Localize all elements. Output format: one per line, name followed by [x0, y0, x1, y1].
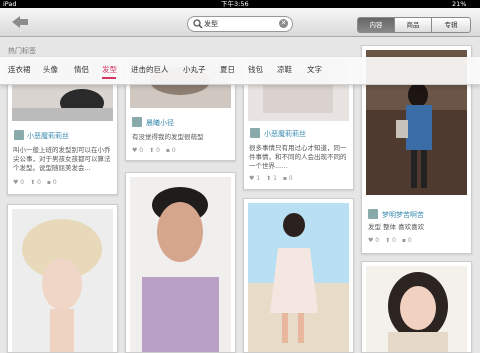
card-author[interactable]: 小恶魔莉莉丝 [264, 129, 306, 139]
feed-card-image[interactable] [7, 204, 118, 353]
search-input[interactable]: 发型 ✕ [187, 16, 293, 32]
avatar-icon [132, 117, 142, 127]
hot-tags-bar: 连衣裙 头像 情侣 发型 进击的巨人 小丸子 夏日 钱包 凉鞋 文字 [0, 57, 480, 85]
search-query: 发型 [204, 20, 218, 28]
card-image [366, 266, 467, 352]
card-author[interactable]: 梦明梦苦啊苦 [382, 210, 424, 220]
card-stats: ♥ 1 ⬆ 1 ▪ 0 [249, 175, 293, 182]
card-image [12, 209, 113, 352]
status-bar: iPad 下午3:56 21% [0, 0, 480, 8]
card-stats: ♥ 0 ⬆ 0 ▪ 0 [132, 147, 176, 154]
search-icon [193, 19, 203, 29]
feed-card-image[interactable] [243, 198, 354, 353]
tag-item[interactable]: 头像 [43, 64, 58, 75]
card-stats: ♥ 0 ⬆ 0 ▪ 0 [368, 237, 412, 244]
segment-goods[interactable]: 商品 [394, 17, 432, 33]
segment-content[interactable]: 内容 [357, 17, 395, 33]
feed-card-image[interactable] [361, 261, 472, 353]
tag-item[interactable]: 小丸子 [183, 64, 206, 75]
back-arrow-icon[interactable] [10, 14, 30, 30]
tag-item[interactable]: 文字 [307, 64, 322, 75]
tag-item[interactable]: 进击的巨人 [131, 64, 169, 75]
hot-tags-label: 热门标签 [8, 47, 36, 55]
card-description: 发型 整体 喜欢喜欢 [368, 223, 425, 231]
tag-item[interactable]: 连衣裙 [8, 64, 31, 75]
tag-item[interactable]: 夏日 [220, 64, 235, 75]
tag-item[interactable]: 情侣 [74, 64, 89, 75]
like-count: ♥ 0 [13, 179, 25, 186]
card-author[interactable]: 小恶魔莉莉丝 [27, 131, 69, 141]
status-time: 下午3:56 [221, 0, 249, 8]
card-image [248, 203, 349, 352]
active-tag-underline [102, 77, 116, 79]
card-description: 有没觉得我的发型很萌型 [132, 133, 204, 141]
clear-icon[interactable]: ✕ [279, 19, 288, 28]
avatar-icon [14, 130, 24, 140]
avatar-icon [250, 128, 260, 138]
avatar-icon [368, 209, 378, 219]
battery-level: 21% [452, 0, 467, 8]
segment-albums[interactable]: 专辑 [431, 17, 471, 33]
tag-item[interactable]: 凉鞋 [277, 64, 292, 75]
card-description: 叫小一般上班的发型别可以在小乔尖公事，对于男孩女孩都可以算法个发型。说型随屈美发… [13, 146, 111, 172]
card-image [130, 177, 231, 352]
device-label: iPad [3, 0, 17, 8]
feed-card-image[interactable] [125, 172, 236, 353]
card-description: 很多事情只有用过心才知道，同一件事情，和不同的人会出现不同的一个世界...... [249, 144, 347, 170]
tag-item[interactable]: 钱包 [248, 64, 263, 75]
card-author[interactable]: 晨曦小径 [146, 118, 174, 128]
tag-item-active[interactable]: 发型 [102, 64, 117, 75]
card-stats: ♥ 0 ⬆ 0 ▪ 0 [13, 179, 57, 186]
